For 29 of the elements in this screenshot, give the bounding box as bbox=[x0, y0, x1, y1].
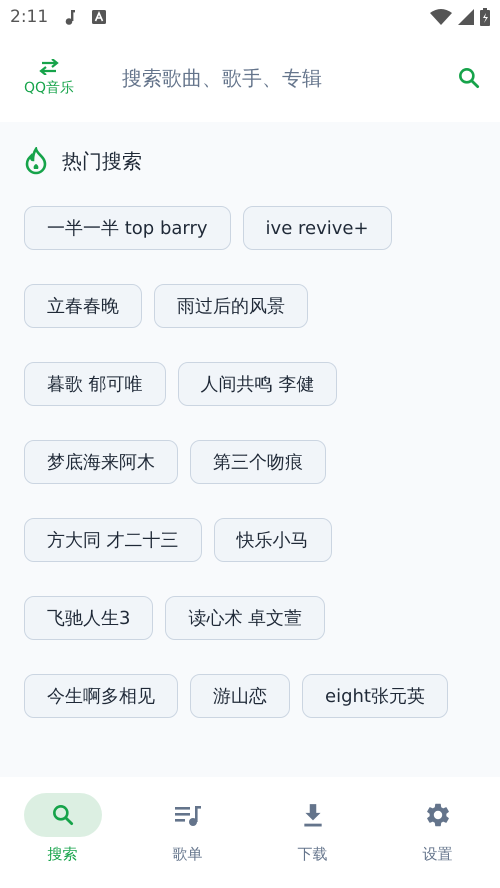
music-note-icon bbox=[64, 8, 76, 24]
search-tag[interactable]: 立春春晚 bbox=[24, 284, 142, 328]
search-tag[interactable]: 游山恋 bbox=[190, 674, 290, 718]
font-icon bbox=[92, 10, 106, 24]
wifi-icon bbox=[430, 8, 452, 24]
flame-icon bbox=[24, 147, 48, 175]
search-tag[interactable]: 第三个吻痕 bbox=[190, 440, 326, 484]
swap-icon[interactable] bbox=[38, 58, 60, 74]
nav-tab[interactable]: 设置 bbox=[375, 793, 500, 888]
search-tag[interactable]: 暮歌 郁可唯 bbox=[24, 362, 166, 406]
search-tag[interactable]: 一半一半 top barry bbox=[24, 206, 231, 250]
status-time: 2:11 bbox=[10, 6, 48, 26]
search-tag[interactable]: 快乐小马 bbox=[214, 518, 332, 562]
search-tag[interactable]: 今生啊多相见 bbox=[24, 674, 178, 718]
signal-icon bbox=[458, 8, 474, 24]
search-tag[interactable]: 雨过后的风景 bbox=[154, 284, 308, 328]
search-tag[interactable]: ive revive+ bbox=[242, 206, 392, 250]
search-field[interactable]: 搜索歌曲、歌手、专辑 bbox=[122, 58, 452, 98]
nav-tab[interactable]: 下载 bbox=[250, 793, 375, 888]
search-tag[interactable]: 人间共鸣 李健 bbox=[178, 362, 338, 406]
search-tag[interactable]: eight张元英 bbox=[302, 674, 448, 718]
logo-label: QQ音乐 bbox=[24, 78, 74, 96]
battery-icon bbox=[480, 8, 490, 26]
search-tag[interactable]: 读心术 卓文萱 bbox=[165, 596, 326, 640]
search-tag[interactable]: 梦底海来阿木 bbox=[24, 440, 178, 484]
search-tag[interactable]: 飞驰人生3 bbox=[24, 596, 154, 640]
nav-tab[interactable]: 歌单 bbox=[125, 793, 250, 888]
section-title: 热门搜索 bbox=[62, 148, 142, 174]
search-tag[interactable]: 方大同 才二十三 bbox=[24, 518, 202, 562]
